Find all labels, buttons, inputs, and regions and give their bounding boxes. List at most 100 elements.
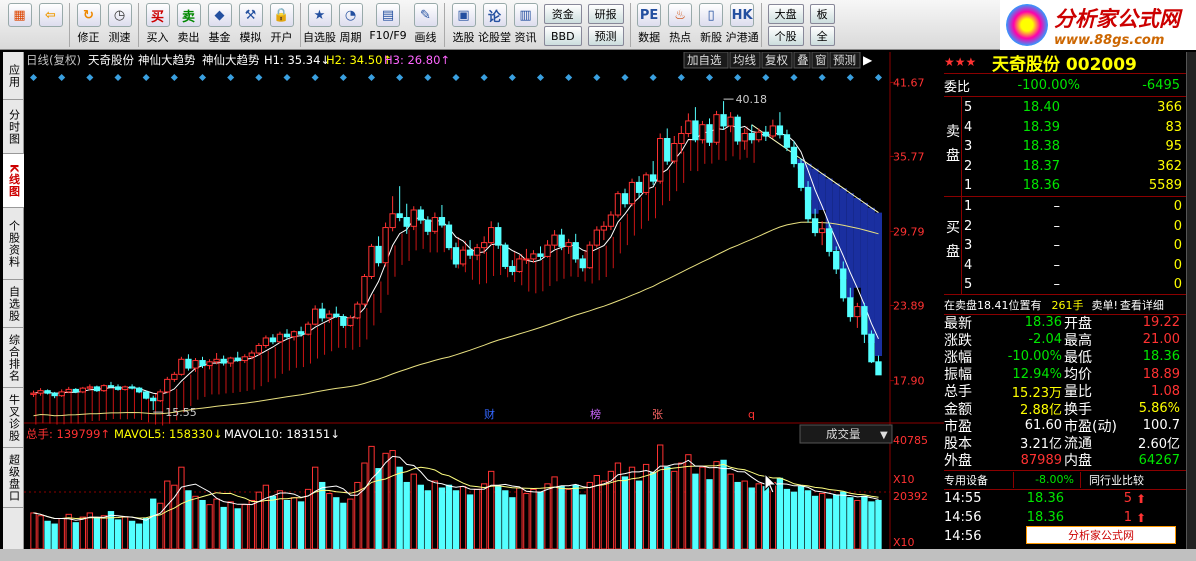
volume-bar xyxy=(424,490,432,550)
sidetab-4[interactable]: 自选股 xyxy=(3,280,24,328)
toolbar-pair4-top-button[interactable]: 板 xyxy=(809,4,835,24)
volume-bar xyxy=(664,466,671,550)
volume-bar xyxy=(248,499,255,550)
toolbar-pair1-top-button[interactable]: 资金 xyxy=(544,4,582,24)
event-marker-1[interactable]: 榜 xyxy=(590,407,601,421)
tick-volume: 1 xyxy=(1123,510,1132,525)
sidetab-1[interactable]: 分时图 xyxy=(3,100,24,154)
clock-icon: ◷ xyxy=(107,3,132,27)
chart-button-3[interactable]: 叠 xyxy=(793,51,811,69)
candle xyxy=(164,376,171,394)
toolbar-forum-button[interactable]: 论论股堂 xyxy=(478,0,511,50)
chart-button-1[interactable]: 均线 xyxy=(729,51,761,69)
toolbar-pe-button[interactable]: PE 数据 xyxy=(634,0,665,50)
rating-stars-icon: ★★★ xyxy=(944,55,977,69)
volume-axis-label: 20392 xyxy=(893,490,928,503)
toolbar-fund-button[interactable]: ◆ 基金 xyxy=(204,0,235,50)
volume-bar xyxy=(776,477,784,550)
sidetab-7[interactable]: 超级盘口 xyxy=(3,448,24,508)
sidetab-0[interactable]: 应用 xyxy=(3,52,24,100)
toolbar-news-button[interactable]: ▥ 资讯 xyxy=(510,0,541,50)
tick-time: 14:55 xyxy=(944,491,982,506)
level-volume: 0 xyxy=(1173,238,1182,253)
candle xyxy=(614,191,622,218)
stat-row: 最新 18.36 开盘 19.22 xyxy=(944,314,1186,332)
toolbar-buy-button[interactable]: 买买入 xyxy=(142,0,173,50)
level-number: 5 xyxy=(964,100,973,115)
refresh-icon: ↻ xyxy=(76,3,101,27)
level-number: 4 xyxy=(964,257,973,273)
toolbar-clock-button[interactable]: ◷ 测速 xyxy=(104,0,135,50)
volume-bar xyxy=(509,497,516,550)
chart-header-h2: H2: 34.50↑ xyxy=(326,53,392,67)
toolbar-lock-button[interactable]: 🔒 开户 xyxy=(266,0,297,50)
stat-row: 涨幅 -10.00% 最低 18.36 xyxy=(944,348,1186,366)
sidetab-3[interactable]: 个股资料 xyxy=(3,208,24,280)
toolbar-pair1: 资金 BBD xyxy=(544,0,582,46)
chart-button-5[interactable]: 预测 xyxy=(829,51,861,69)
volume-axis-label: 40785 xyxy=(893,434,928,447)
kline-chart-area[interactable]: 日线(复权) 天奇股份 神仙大趋势 神仙大趋势 H1: 35.34↓ H2: 34.50↑… xyxy=(24,51,944,550)
toolbar-hammer-button[interactable]: ⚒ 模拟 xyxy=(235,0,266,50)
sell-icon: 卖 xyxy=(176,3,201,27)
toolbar-sell-button[interactable]: 卖卖出 xyxy=(173,0,204,50)
volume-bar xyxy=(523,493,530,550)
view-detail-link[interactable]: 查看详细 xyxy=(1120,297,1164,313)
sell-level-row: 5 18.40 366 xyxy=(944,98,1186,117)
weibi-row: 委比 -100.00% -6495 xyxy=(944,76,1186,95)
stat-value: 61.60 xyxy=(1024,418,1062,434)
back-arrow-button[interactable]: ⇦ xyxy=(35,0,66,50)
volume-bar xyxy=(58,517,65,550)
chart-button-2[interactable]: 复权 xyxy=(761,51,793,69)
volume-bar xyxy=(558,486,565,550)
volume-bar xyxy=(192,495,199,550)
toolbar-pair4-bottom-button[interactable]: 全 xyxy=(809,26,835,46)
tick-row: 14:56 18.36 1 ⬆ xyxy=(944,508,1186,527)
volume-bar xyxy=(382,452,389,550)
chart-button-4[interactable]: 窗 xyxy=(811,51,829,69)
toolbar-filter-button[interactable]: ▣ 选股 xyxy=(448,0,479,50)
toolbar-f10-button[interactable]: ▤ F10/F9 xyxy=(366,0,410,50)
toolbar-period-button[interactable]: ◔ 周期 xyxy=(335,0,366,50)
industry-tab[interactable]: 专用设备 xyxy=(944,471,1014,488)
toolbar-hk-button[interactable]: HK 沪港通 xyxy=(726,0,759,50)
sidetab-2[interactable]: K线图 xyxy=(3,154,24,208)
windows-button[interactable]: ▦ xyxy=(4,0,35,50)
toolbar-star-button[interactable]: ★ 自选股 xyxy=(303,0,336,50)
volume-bar xyxy=(319,481,326,550)
scrollbar[interactable] xyxy=(1186,52,1196,549)
sidetab-6[interactable]: 牛叉诊股 xyxy=(3,388,24,448)
chart-button-label: 复权 xyxy=(765,53,788,67)
divider xyxy=(944,96,1186,97)
volume-bar xyxy=(621,476,629,550)
event-marker-2[interactable]: 张 xyxy=(652,408,663,421)
chart-scroll-arrow-icon[interactable]: ▶ xyxy=(863,53,873,67)
toolbar-pair3-top-button[interactable]: 大盘 xyxy=(767,4,804,24)
volume-bar xyxy=(37,515,44,550)
toolbar-ipo-button[interactable]: ▯ 新股 xyxy=(696,0,727,50)
kline-chart-svg[interactable]: 日线(复权) 天奇股份 神仙大趋势 神仙大趋势 H1: 35.34↓H2: 34.50↑… xyxy=(24,51,944,550)
toolbar-pair2-bottom-button[interactable]: 预测 xyxy=(587,26,624,46)
candle xyxy=(340,314,347,328)
volume-bar xyxy=(720,459,727,550)
event-marker-3[interactable]: q xyxy=(748,408,755,421)
price-axis-label: 29.79 xyxy=(893,225,925,238)
level-price: – xyxy=(1053,199,1061,214)
toolbar-pair3-bottom-button[interactable]: 个股 xyxy=(767,26,804,46)
volume-bar xyxy=(755,483,762,550)
toolbar-fire-button[interactable]: ♨ 热点 xyxy=(665,0,696,50)
event-marker-0[interactable]: 财 xyxy=(484,407,495,421)
candle xyxy=(143,390,150,400)
chart-button-0[interactable]: 加自选 xyxy=(683,51,729,69)
order-info-row: 在卖盘18.41位置有 261手 卖单! 查看详细 xyxy=(944,295,1186,314)
industry-compare-tab[interactable]: 同行业比较 xyxy=(1080,471,1180,488)
candle xyxy=(368,243,375,279)
volume-bar xyxy=(44,520,51,550)
toolbar-pair2-top-button[interactable]: 研报 xyxy=(587,4,624,24)
chart-background xyxy=(24,52,944,550)
toolbar-pair1-bottom-button[interactable]: BBD xyxy=(544,26,582,46)
toolbar-pen-button[interactable]: ✎ 画线 xyxy=(410,0,441,50)
toolbar-refresh-button[interactable]: ↻ 修正 xyxy=(73,0,104,50)
volume-selector[interactable]: 成交量 ▼ xyxy=(799,424,893,444)
sidetab-5[interactable]: 综合排名 xyxy=(3,328,24,388)
